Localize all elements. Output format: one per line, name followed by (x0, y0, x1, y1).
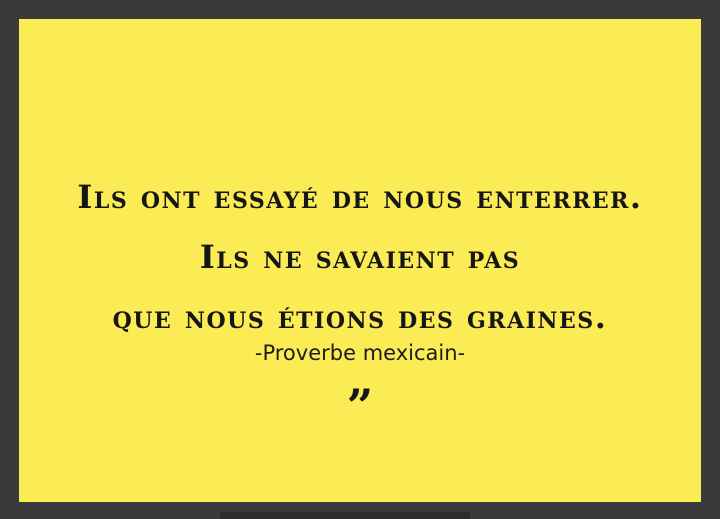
quote-attribution: -Proverbe mexicain- (254, 341, 466, 365)
quote-line-2: Ils ne savaient pas (199, 238, 521, 276)
quote-card: Ils ont essayé de nous enterrer. Ils ne … (19, 19, 701, 502)
closing-quote-mark: ” (346, 379, 374, 433)
bottom-edge-strip (220, 512, 470, 519)
quote-line-1: Ils ont essayé de nous enterrer. (77, 178, 643, 216)
quote-line-3: que nous étions des graines. (112, 298, 608, 336)
